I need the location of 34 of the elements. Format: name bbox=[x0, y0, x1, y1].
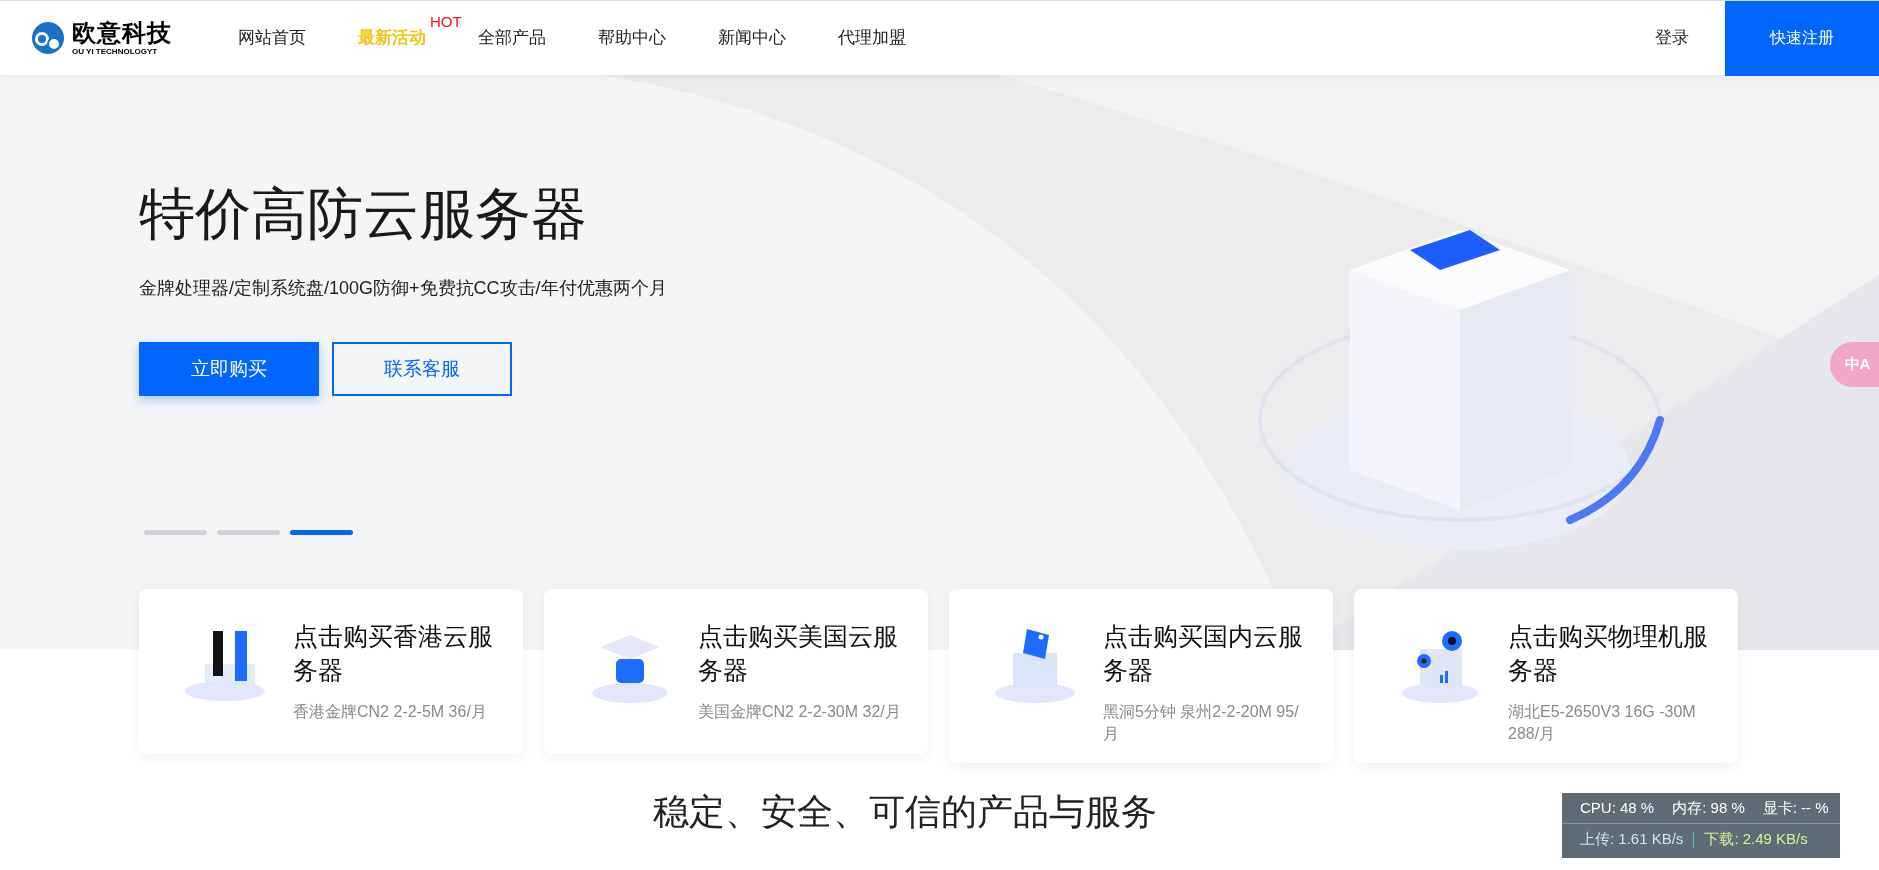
card-subtitle: 黑洞5分钟 泉州2-2-20M 95/月 bbox=[1103, 702, 1300, 744]
card-title: 点击购买国内云服务器 bbox=[1103, 621, 1304, 686]
product-card[interactable]: 点击购买美国云服务器 美国金牌CN2 2-2-30M 32/月 bbox=[544, 589, 928, 754]
register-button[interactable]: 快速注册 bbox=[1725, 0, 1879, 76]
logo-name: 欧意科技 bbox=[72, 20, 172, 45]
card-title: 点击购买物理机服务器 bbox=[1508, 621, 1709, 686]
buy-now-button[interactable]: 立即购买 bbox=[139, 342, 319, 397]
hero-title: 特价高防云服务器 bbox=[139, 181, 588, 247]
card-title: 点击购买美国云服务器 bbox=[698, 621, 899, 686]
product-card[interactable]: 点击购买香港云服务器 香港金牌CN2 2-2-5M 36/月 bbox=[139, 589, 523, 754]
hot-label: HOT bbox=[430, 12, 462, 33]
nav-link[interactable]: 网站首页 bbox=[238, 28, 306, 48]
contact-support-button[interactable]: 联系客服 bbox=[332, 342, 512, 397]
section-title: 稳定、安全、可信的产品与服务 bbox=[652, 790, 1157, 834]
memory-usage: 内存: 98 % bbox=[1672, 797, 1745, 818]
gpu-usage: 显卡: -- % bbox=[1762, 797, 1829, 818]
download-speed: 下载: 2.49 KB/s bbox=[1704, 829, 1808, 850]
logo-tagline: OU YI TECHNOLOGYT bbox=[72, 47, 159, 56]
nav-link[interactable]: 全部产品 bbox=[478, 28, 546, 48]
upload-speed: 上传: 1.61 KB/s bbox=[1580, 829, 1684, 850]
nav-link[interactable]: 代理加盟 bbox=[838, 28, 906, 48]
logo[interactable]: 欧意科技 OU YI TECHNOLOGYT bbox=[28, 20, 208, 56]
slide-indicator[interactable] bbox=[290, 530, 353, 536]
login-link[interactable]: 登录 bbox=[1655, 25, 1689, 51]
product-card[interactable]: 点击购买物理机服务器 湖北E5-2650V3 16G -30M 288/月 bbox=[1354, 589, 1738, 763]
product-card[interactable]: 点击购买国内云服务器 黑洞5分钟 泉州2-2-20M 95/月 bbox=[949, 589, 1333, 763]
card-title: 点击购买香港云服务器 bbox=[293, 621, 494, 686]
card-subtitle: 湖北E5-2650V3 16G -30M 288/月 bbox=[1508, 702, 1697, 744]
card-subtitle: 美国金牌CN2 2-2-30M 32/月 bbox=[698, 702, 902, 722]
hero-subtitle: 金牌处理器/定制系统盘/100G防御+免费抗CC攻击/年付优惠两个月 bbox=[139, 277, 668, 301]
nav-link[interactable]: 新闻中心 bbox=[718, 28, 786, 48]
card-subtitle: 香港金牌CN2 2-2-5M 36/月 bbox=[293, 702, 488, 722]
cpu-usage: CPU: 48 % bbox=[1580, 797, 1655, 818]
nav-link[interactable]: 帮助中心 bbox=[598, 28, 666, 48]
